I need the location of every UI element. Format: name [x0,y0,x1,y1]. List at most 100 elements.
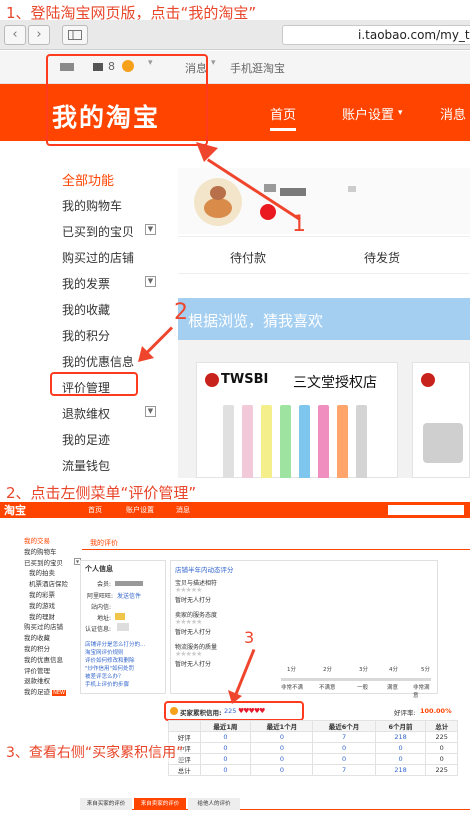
sidebar-item-favorites[interactable]: 我的收藏 [62,301,110,318]
nav-messages[interactable]: 消息 [440,104,466,123]
highlight-box-review-mgmt [50,372,138,396]
sidebar-item-cart[interactable]: 我的购物车 [62,197,122,214]
mini-menu-item[interactable]: 我的拍卖 [24,568,68,579]
review-tab-bar: 我的评价 [82,536,470,550]
tab-from-sellers[interactable]: 来自卖家的评价 [134,798,186,810]
table-cell[interactable]: 0 [250,742,314,754]
mini-search-input[interactable] [388,505,464,515]
mini-menu-item[interactable]: 我的彩票 [24,590,68,601]
help-link[interactable]: 评价如何修改和删除 [85,657,145,665]
table-header: 6个月前 [374,720,427,732]
avatar[interactable] [194,178,242,226]
sidebar-item-bought[interactable]: 已买到的宝贝 [62,223,134,240]
weibo-icon[interactable] [260,204,276,220]
sidebar-toggle-icon[interactable] [62,25,88,45]
table-cell[interactable]: 0 [312,742,376,754]
help-link[interactable]: 被差评怎么办？ [85,673,145,681]
mini-menu-item[interactable]: 我的足迹 NEW [24,687,68,699]
star-rating: ★★★★★ [175,650,202,658]
info-label: 地址: [97,615,112,622]
sidebar-item-coupons[interactable]: 我的优惠信息 [62,353,134,370]
new-badge: NEW [52,690,66,697]
mini-menu-item[interactable]: 我的理财 [24,612,68,623]
table-cell[interactable]: 7 [312,731,376,743]
table-cell[interactable]: 0 [312,753,376,765]
star-rating: ★★★★★ [175,618,202,626]
product-card[interactable] [412,362,470,478]
browser-toolbar: ‹ › i.taobao.com/my_ta [0,20,470,50]
table-header: 最近1周 [199,720,252,732]
brand-name: TWSBI [221,372,269,387]
sidebar-item-refunds[interactable]: 退款维权 [62,405,110,422]
address-bar[interactable]: i.taobao.com/my_ta [282,25,470,45]
table-cell[interactable]: 218 [374,731,427,743]
help-link[interactable]: 店铺评分是怎么打分的... [85,641,145,649]
verified-icon [117,623,129,631]
chevron-left-icon[interactable]: ‹ [4,25,26,45]
sidebar-item-data-wallet[interactable]: 流量钱包 [62,457,110,474]
sidebar-item-points[interactable]: 我的积分 [62,327,110,344]
table-cell[interactable]: 0 [374,753,427,765]
expand-toggle-icon[interactable]: ▼ [145,276,156,287]
expand-toggle-icon[interactable]: ▼ [145,224,156,235]
mini-nav-home[interactable]: 首页 [88,505,102,515]
sidebar-item-invoice[interactable]: 我的发票 [62,275,110,292]
twsbi-logo-icon [205,373,219,387]
mini-logo[interactable]: 淘宝 [4,502,26,518]
table-row: 好评 0 0 7 218 225 [168,731,458,743]
sidebar-item-shops[interactable]: 购买过的店铺 [62,249,134,266]
table-cell[interactable]: 0 [199,764,252,776]
tab-from-buyers[interactable]: 来自买家的评价 [80,798,132,810]
username-blurred [264,184,276,192]
tab-my-reviews[interactable]: 我的评价 [90,538,118,548]
mini-menu-item[interactable]: 机票酒店保险 [24,579,68,590]
credit-table: 最近1周 最近1个月 最近6个月 6个月前 总计 好评 0 0 7 218 22… [168,720,458,776]
mini-menu-item[interactable]: 我的收藏 [24,633,68,644]
table-cell[interactable]: 0 [199,731,252,743]
mini-sidebar: 我的交易 我的购物车 已买到的宝贝 我的拍卖 机票酒店保险 我的彩票 我的游戏 … [24,536,68,699]
table-cell[interactable]: 0 [199,753,252,765]
sidebar-title: 全部功能 [62,174,115,189]
table-row: 差评 0 0 0 0 0 [168,753,458,765]
panel-step2-3: 2、点击左侧菜单“评价管理” 淘宝 首页 账户设置 消息 我的交易 我的购物车 … [0,480,470,814]
mini-menu-item[interactable]: 我的积分 [24,644,68,655]
expand-toggle-icon[interactable]: ▼ [145,406,156,417]
help-link[interactable]: 手机上评价的步骤 [85,681,145,689]
nav-home[interactable]: 首页 [270,104,296,123]
mini-menu-item[interactable]: 我的优惠信息 [24,655,68,666]
score-item-note: 暂时无人打分 [175,597,212,604]
mini-menu-item[interactable]: 已买到的宝贝 [24,558,68,569]
mini-menu-item[interactable]: 我的购物车 [24,547,68,558]
tab-given-to-others[interactable]: 给他人的评价 [188,798,240,810]
help-link[interactable]: "炒作信用"如何处罚 [85,665,145,673]
help-links: 店铺评分是怎么打分的... 淘宝网评价规则 评价如何修改和删除 "炒作信用"如何… [85,641,145,689]
table-cell[interactable]: 0 [250,764,314,776]
table-cell[interactable]: 0 [250,753,314,765]
pending-payment-tab[interactable]: 待付款 [230,249,266,266]
table-cell[interactable]: 0 [374,742,427,754]
mini-menu-item[interactable]: 我的游戏 [24,601,68,612]
chevron-right-icon[interactable]: › [28,25,50,45]
username-blurred-3 [348,186,356,192]
sidebar-item-footprint[interactable]: 我的足迹 [62,431,110,448]
table-cell[interactable]: 0 [250,731,314,743]
mini-nav-account[interactable]: 账户设置 [126,505,154,515]
mini-menu-item[interactable]: 购买过的店铺 [24,622,68,633]
mini-nav-messages[interactable]: 消息 [176,505,190,515]
table-cell[interactable]: 218 [374,764,427,776]
annotation-number-1: 1 [292,212,306,237]
info-label: 认证信息: [85,626,112,633]
pending-shipment-tab[interactable]: 待发货 [364,249,400,266]
product-card[interactable]: TWSBI 三文堂授权店 [196,362,398,478]
send-message-link[interactable]: 发送信件 [117,591,141,600]
mobile-taobao-link[interactable]: 手机逛淘宝 [230,60,285,76]
table-cell[interactable]: 0 [199,742,252,754]
mini-menu-item[interactable]: 评价管理 [24,666,68,677]
mini-menu-item[interactable]: 退款维权 [24,676,68,687]
nav-account-settings[interactable]: 账户设置 [342,104,394,123]
mini-menu-item[interactable]: 我的交易 [24,536,68,547]
help-link[interactable]: 淘宝网评价规则 [85,649,145,657]
chevron-down-icon[interactable]: ▾ [211,58,216,68]
personal-info-title: 个人信息 [85,565,113,573]
table-cell[interactable]: 7 [312,764,376,776]
